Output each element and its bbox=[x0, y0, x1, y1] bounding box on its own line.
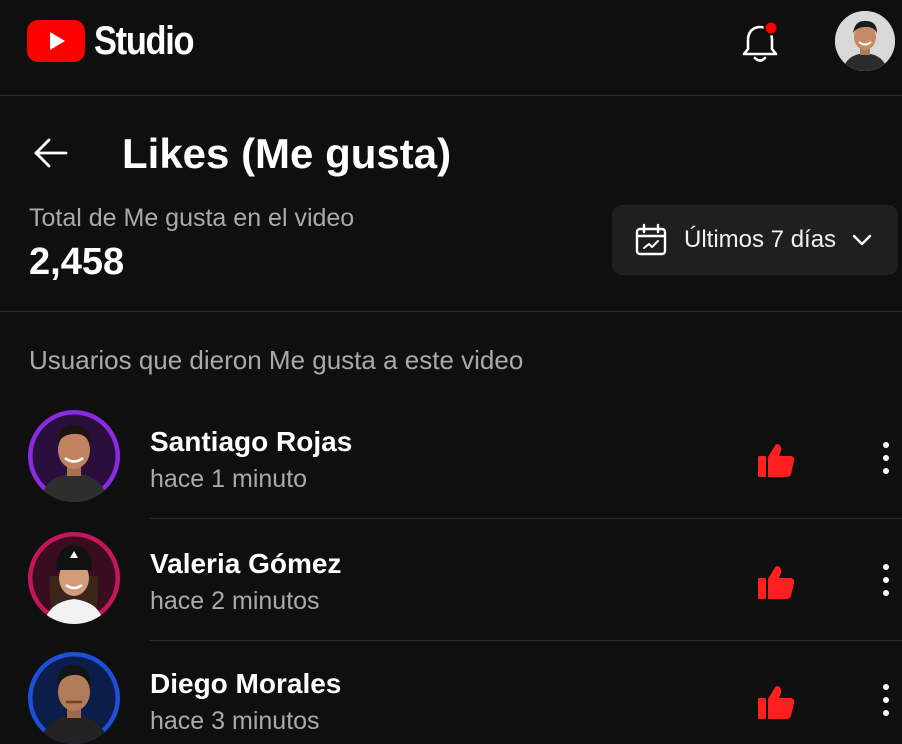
row-separator bbox=[150, 640, 902, 641]
date-range-label: Últimos 7 días bbox=[684, 226, 837, 253]
account-avatar-image bbox=[835, 11, 895, 71]
liker-avatar[interactable] bbox=[28, 410, 120, 502]
liker-time: hace 1 minuto bbox=[150, 465, 308, 493]
more-options-icon[interactable] bbox=[876, 680, 896, 720]
thumbs-up-icon bbox=[758, 566, 795, 599]
liker-name: Santiago Rojas bbox=[150, 426, 353, 457]
liker-name: Valeria Gómez bbox=[150, 548, 342, 579]
total-likes-label: Total de Me gusta en el video bbox=[29, 204, 355, 232]
thumbs-up-icon bbox=[758, 444, 795, 477]
total-likes-value: 2,458 bbox=[29, 241, 125, 283]
top-bar: Studio bbox=[0, 0, 902, 96]
notifications-bell-icon[interactable] bbox=[740, 20, 780, 64]
liker-time: hace 3 minutos bbox=[150, 707, 320, 735]
logo-text: Studio bbox=[94, 19, 195, 63]
chevron-down-icon bbox=[852, 234, 872, 246]
more-options-icon[interactable] bbox=[876, 560, 896, 600]
section-divider bbox=[0, 311, 902, 312]
page-title: Likes (Me gusta) bbox=[122, 130, 452, 177]
liker-avatar[interactable] bbox=[28, 652, 120, 744]
back-arrow-icon[interactable] bbox=[33, 137, 69, 169]
studio-logo[interactable]: Studio bbox=[27, 20, 209, 62]
liker-avatar-image bbox=[28, 652, 120, 744]
thumbs-up-icon bbox=[758, 686, 795, 719]
liker-row-valeria-gomez[interactable]: Valeria Gómez hace 2 minutos bbox=[0, 532, 902, 652]
app-root: Studio Likes (Me gusta) Total de Me gust… bbox=[0, 0, 902, 744]
liker-avatar-image bbox=[28, 532, 120, 624]
liker-avatar[interactable] bbox=[28, 532, 120, 624]
liker-row-santiago-rojas[interactable]: Santiago Rojas hace 1 minuto bbox=[0, 410, 902, 530]
liker-name: Diego Morales bbox=[150, 668, 342, 699]
date-range-dropdown[interactable]: Últimos 7 días bbox=[612, 205, 898, 275]
calendar-icon bbox=[635, 223, 667, 256]
liker-row-diego-morales[interactable]: Diego Morales hace 3 minutos bbox=[0, 652, 902, 744]
more-options-icon[interactable] bbox=[876, 438, 896, 478]
youtube-play-icon bbox=[27, 20, 85, 62]
liker-avatar-image bbox=[28, 410, 120, 502]
account-avatar[interactable] bbox=[835, 11, 895, 71]
likers-section-heading: Usuarios que dieron Me gusta a este vide… bbox=[29, 345, 524, 375]
row-separator bbox=[150, 518, 902, 519]
liker-time: hace 2 minutos bbox=[150, 587, 320, 615]
